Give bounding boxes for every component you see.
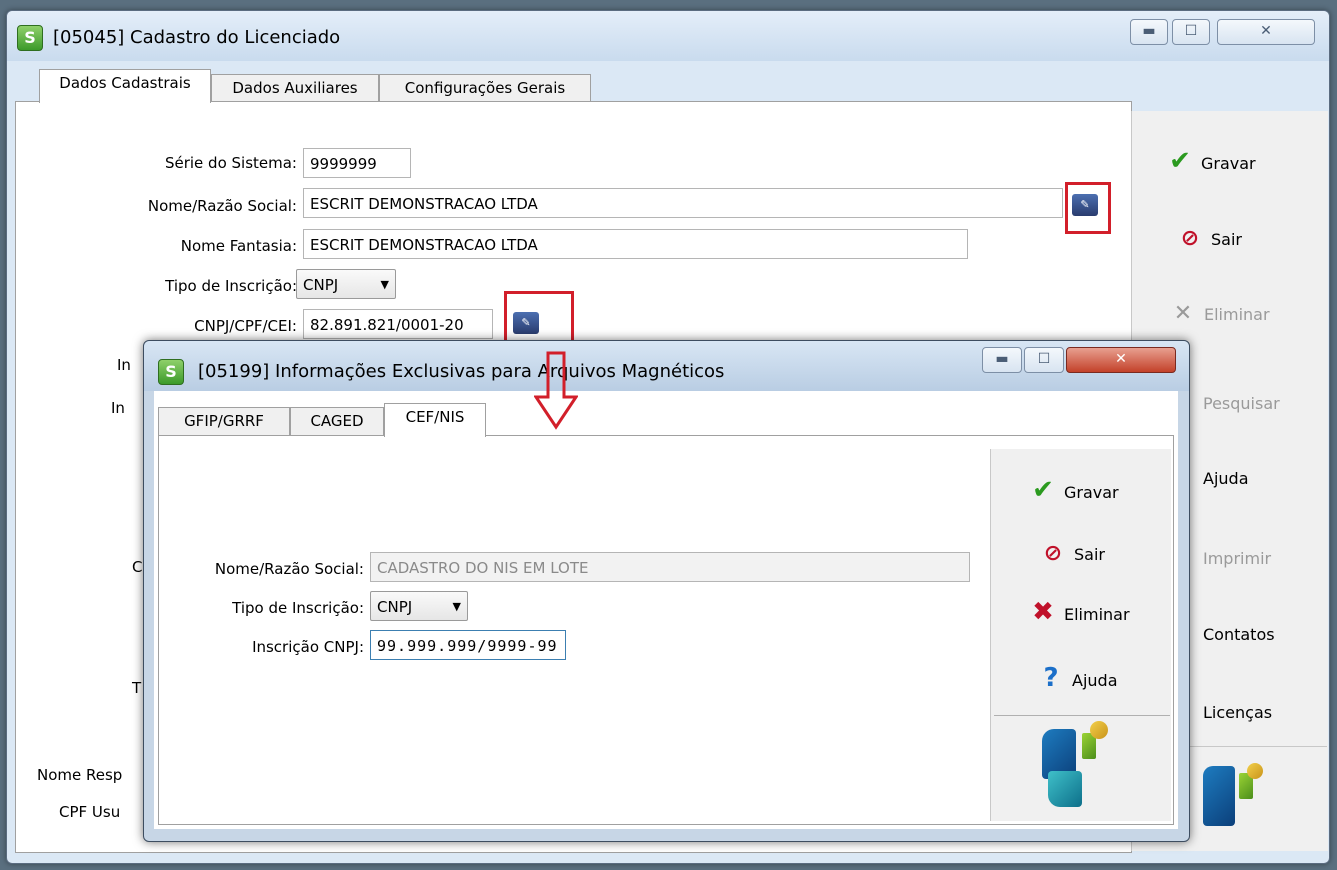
chevron-down-icon: ▼	[452, 600, 461, 613]
cpf-usu-label: CPF Usu	[59, 803, 121, 821]
tab-gfip-grrf[interactable]: GFIP/GRRF	[158, 407, 290, 436]
main-window-title: [05045] Cadastro do Licenciado	[53, 27, 341, 48]
tipo-inscricao-select[interactable]: CNPJ ▼	[296, 269, 396, 299]
tipo-inscricao-label: Tipo de Inscrição:	[165, 277, 297, 295]
child-window-title: [05199] Informações Exclusivas para Arqu…	[198, 361, 725, 382]
logo-icon	[1203, 766, 1235, 826]
edit-book-icon-2[interactable]: ✎	[513, 312, 539, 334]
child-inscricao-cnpj-label: Inscrição CNPJ:	[252, 638, 364, 656]
child-eliminar-button[interactable]: ✖ Eliminar	[1030, 597, 1129, 627]
child-window: S [05199] Informações Exclusivas para Ar…	[143, 340, 1190, 842]
tab-configuracoes-gerais[interactable]: Configurações Gerais	[379, 74, 591, 103]
nome-resp-label: Nome Resp	[37, 766, 123, 784]
tab-caged[interactable]: CAGED	[290, 407, 384, 436]
ajuda-button[interactable]: Ajuda	[1203, 469, 1249, 488]
tab-dados-cadastrais[interactable]: Dados Cadastrais	[39, 69, 211, 103]
child-sair-button[interactable]: ⊘ Sair	[1040, 541, 1105, 566]
serie-field[interactable]: 9999999	[303, 148, 411, 178]
cnpj-cpf-cei-field[interactable]: 82.891.821/0001-20	[303, 309, 493, 339]
maximize-button[interactable]: ☐	[1172, 19, 1210, 45]
edit-book-icon[interactable]: ✎	[1072, 194, 1098, 216]
arrow-down-icon	[534, 351, 578, 430]
logo-piece	[1247, 763, 1263, 779]
cnpj-cpf-cei-label: CNPJ/CPF/CEI:	[194, 317, 297, 335]
tipo-inscricao-value: CNPJ	[303, 276, 339, 294]
child-nome-razao-field[interactable]: CADASTRO DO NIS EM LOTE	[370, 552, 970, 582]
stop-icon: ⊘	[1043, 541, 1063, 566]
child-tipo-inscricao-select[interactable]: CNPJ ▼	[370, 591, 468, 621]
chevron-down-icon: ▼	[380, 278, 389, 291]
child-titlebar[interactable]: S [05199] Informações Exclusivas para Ar…	[144, 341, 1189, 391]
child-tipo-inscricao-label: Tipo de Inscrição:	[232, 599, 364, 617]
cross-icon: ✕	[1173, 301, 1193, 326]
app-icon: S	[158, 359, 184, 385]
pesquisar-button[interactable]: Pesquisar	[1203, 394, 1280, 413]
nome-fantasia-field[interactable]: ESCRIT DEMONSTRACAO LTDA	[303, 229, 968, 259]
app-icon: S	[17, 25, 43, 51]
tab-cef-nis[interactable]: CEF/NIS	[384, 403, 486, 437]
imprimir-button[interactable]: Imprimir	[1203, 549, 1271, 568]
check-icon: ✔	[1169, 146, 1191, 176]
nome-razao-field[interactable]: ESCRIT DEMONSTRACAO LTDA	[303, 188, 1063, 218]
child-sidebar-divider	[994, 715, 1170, 716]
check-icon: ✔	[1032, 475, 1054, 505]
stop-icon: ⊘	[1180, 226, 1200, 251]
child-maximize-button[interactable]: ☐	[1024, 347, 1064, 373]
sair-button[interactable]: ⊘ Sair	[1177, 226, 1242, 251]
main-titlebar[interactable]: S [05045] Cadastro do Licenciado ▬ ☐ ✕	[7, 11, 1329, 61]
nome-fantasia-label: Nome Fantasia:	[180, 237, 297, 255]
close-button[interactable]: ✕	[1217, 19, 1315, 45]
logo-piece	[1090, 721, 1108, 739]
child-nome-razao-label: Nome/Razão Social:	[214, 560, 364, 578]
child-gravar-button[interactable]: ✔ Gravar	[1030, 475, 1119, 505]
contatos-button[interactable]: Contatos	[1203, 625, 1275, 644]
gravar-button[interactable]: ✔ Gravar	[1167, 146, 1256, 176]
child-inscricao-cnpj-field[interactable]: 99.999.999/9999-99	[370, 630, 566, 660]
child-ajuda-button[interactable]: ? Ajuda	[1038, 663, 1117, 693]
child-tipo-inscricao-value: CNPJ	[377, 598, 413, 616]
partial-label-2: In	[111, 399, 125, 417]
logo-piece	[1048, 771, 1082, 807]
child-close-button[interactable]: ✕	[1066, 347, 1176, 373]
serie-label: Série do Sistema:	[164, 154, 297, 172]
sidebar-divider	[1177, 746, 1327, 747]
nome-razao-label: Nome/Razão Social:	[147, 197, 297, 215]
minimize-button[interactable]: ▬	[1130, 19, 1168, 45]
help-icon: ?	[1043, 663, 1059, 693]
eliminar-button[interactable]: ✕ Eliminar	[1170, 301, 1270, 326]
tab-dados-auxiliares[interactable]: Dados Auxiliares	[211, 74, 379, 103]
cross-icon: ✖	[1032, 597, 1054, 627]
licencas-button[interactable]: Licenças	[1203, 703, 1272, 722]
child-minimize-button[interactable]: ▬	[982, 347, 1022, 373]
